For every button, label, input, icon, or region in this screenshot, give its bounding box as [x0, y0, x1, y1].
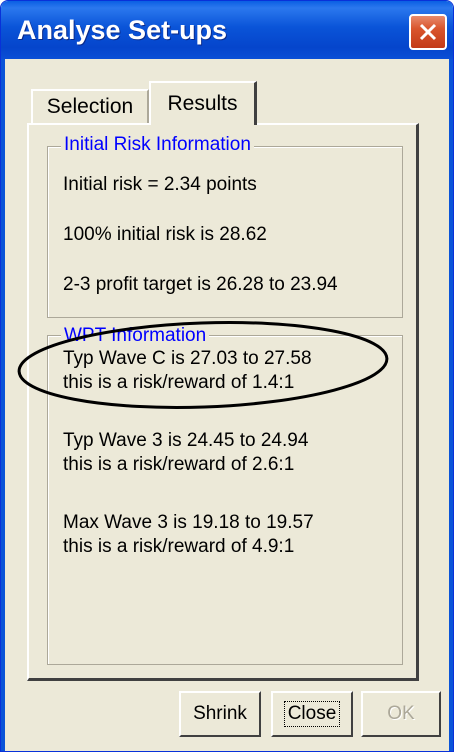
shrink-button[interactable]: Shrink: [179, 691, 261, 737]
typ-wave-3-ratio-text: this is a risk/reward of 2.6:1: [63, 454, 295, 475]
close-button[interactable]: Close: [271, 691, 353, 737]
title-bar[interactable]: Analyse Set-ups: [1, 1, 453, 59]
max-wave-3-ratio-text: this is a risk/reward of 4.9:1: [63, 536, 295, 557]
tab-selection[interactable]: Selection: [31, 89, 149, 123]
profit-target-text: 2-3 profit target is 26.28 to 23.94: [63, 274, 338, 295]
initial-risk-legend: Initial Risk Information: [61, 135, 254, 155]
max-wave-3-range-text: Max Wave 3 is 19.18 to 19.57: [63, 512, 314, 533]
tab-results[interactable]: Results: [149, 81, 257, 125]
analyse-setups-dialog: Analyse Set-ups Selection Results Initia…: [0, 0, 454, 752]
wave-c-range-text: Typ Wave C is 27.03 to 27.58: [63, 348, 312, 369]
wpt-information-legend: WPT Information: [61, 326, 210, 346]
typ-wave-3-range-text: Typ Wave 3 is 24.45 to 24.94: [63, 430, 309, 451]
window-title: Analyse Set-ups: [17, 15, 228, 45]
frame-right: [449, 59, 453, 751]
window-close-icon[interactable]: [409, 14, 447, 50]
ok-button[interactable]: OK: [361, 691, 441, 737]
wave-c-ratio-text: this is a risk/reward of 1.4:1: [63, 372, 295, 393]
close-button-label: Close: [283, 701, 341, 727]
initial-risk-text: Initial risk = 2.34 points: [63, 174, 257, 195]
full-initial-risk-text: 100% initial risk is 28.62: [63, 224, 267, 245]
frame-left: [1, 59, 5, 751]
